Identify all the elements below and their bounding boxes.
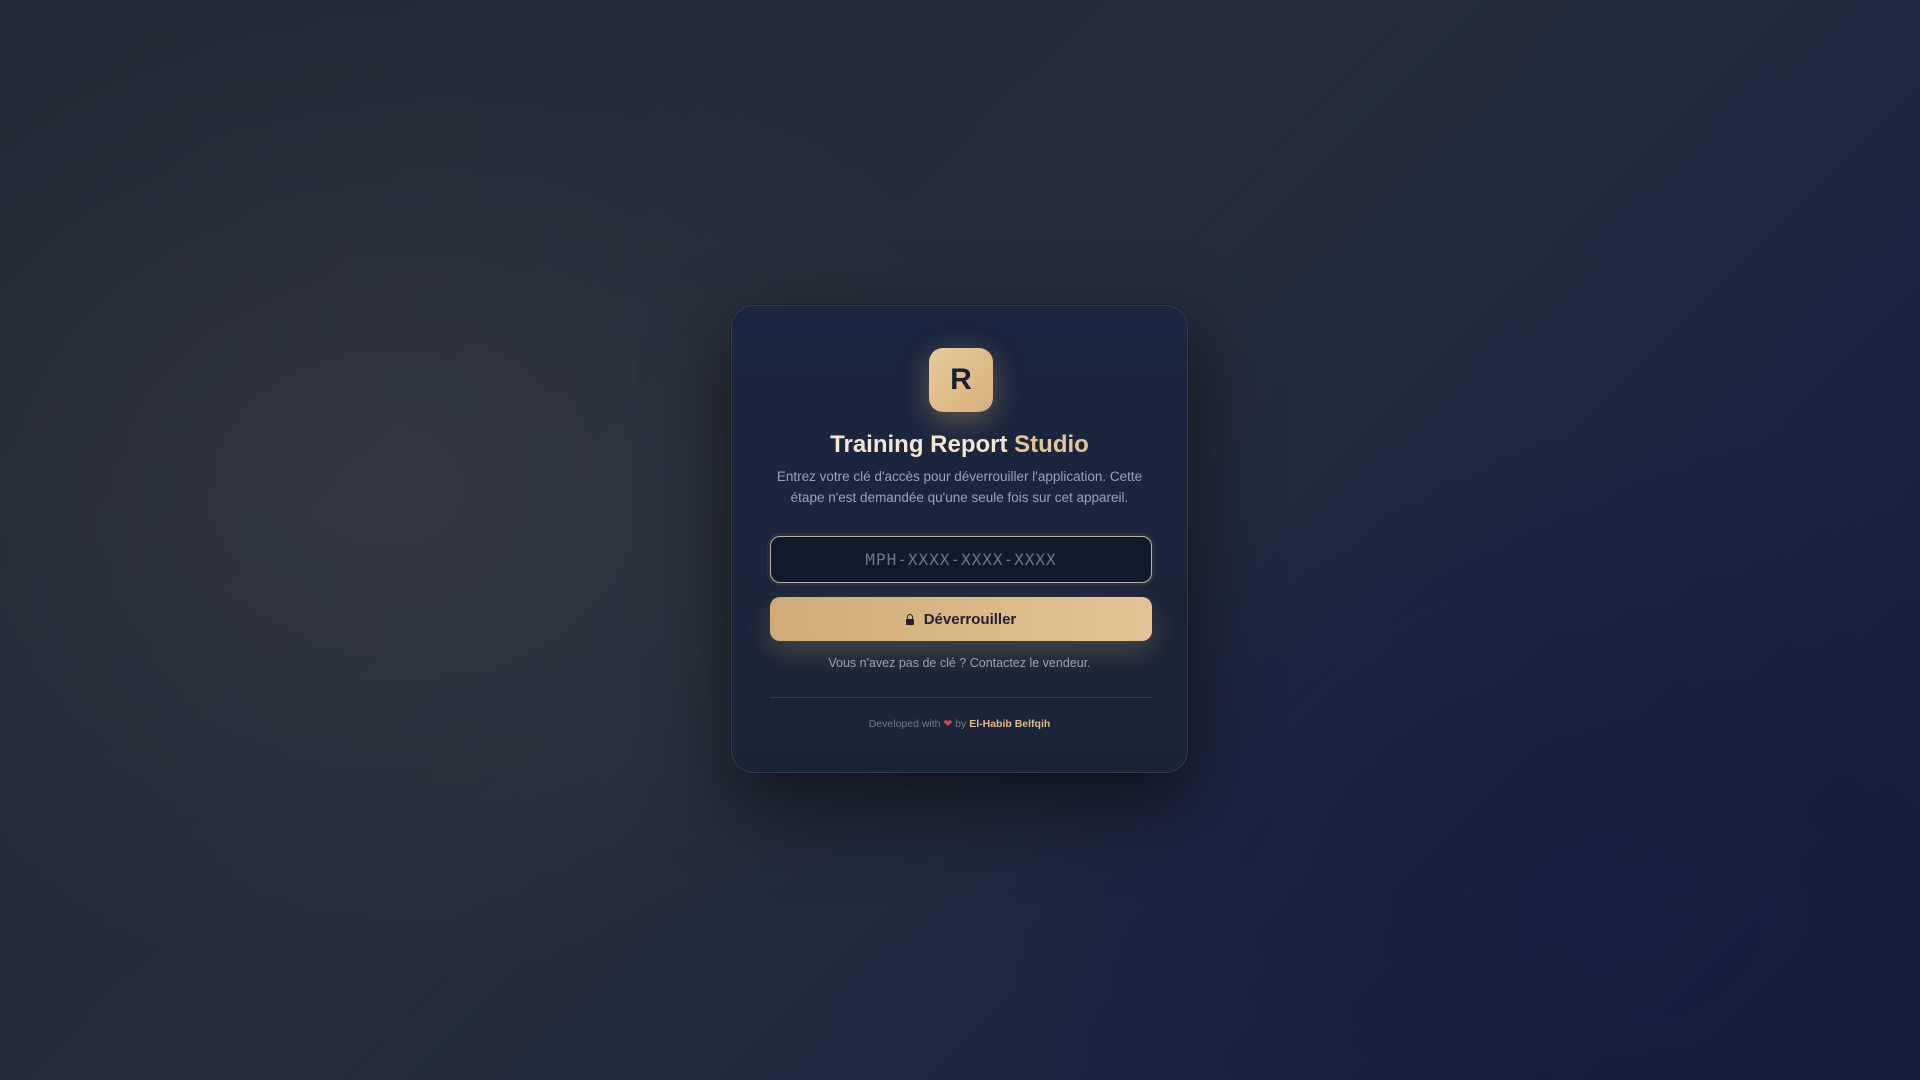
- title-main: Training Report: [830, 431, 1008, 458]
- page-title: Training Report Studio: [732, 431, 1187, 459]
- title-accent: Studio: [1014, 431, 1089, 458]
- page-description: Entrez votre clé d'accès pour déverrouil…: [776, 469, 1143, 505]
- unlock-button-label: Déverrouiller: [923, 610, 1017, 628]
- footer-credit: Developed with ❤ by El-Habib Belfqih: [732, 718, 1187, 730]
- unlock-button[interactable]: Déverrouiller: [770, 597, 1152, 641]
- lock-icon: [905, 613, 914, 625]
- unlock-card: R Training Report Studio Entrez votre cl…: [731, 305, 1188, 773]
- footer-prefix: Developed with: [868, 718, 941, 730]
- logo-letter: R: [950, 363, 972, 396]
- heart-icon: ❤: [943, 718, 953, 730]
- divider: [770, 697, 1152, 698]
- help-text: Vous n'avez pas de clé ? Contactez le ve…: [828, 656, 1091, 670]
- app-logo: R: [929, 348, 993, 412]
- access-key-input[interactable]: [770, 536, 1152, 583]
- author-name: El-Habib Belfqih: [969, 718, 1051, 730]
- footer-by: by: [955, 718, 967, 730]
